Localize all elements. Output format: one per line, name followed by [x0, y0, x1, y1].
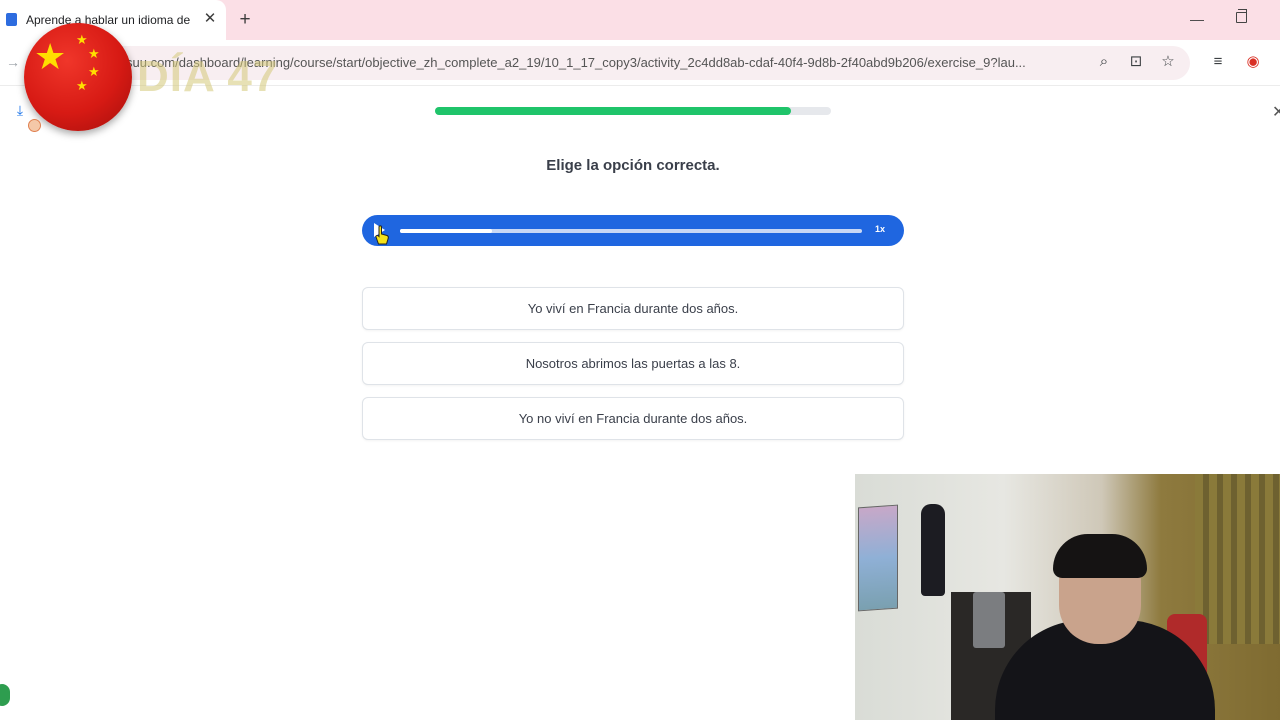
new-tab-button[interactable]: +: [236, 9, 254, 31]
zoom-icon[interactable]: ⌕: [1094, 52, 1114, 72]
audio-progress-fill: [400, 229, 493, 233]
playback-speed-button[interactable]: 1x: [872, 224, 888, 234]
small-star-icon: ★: [76, 32, 88, 47]
webcam-curtain: [1195, 474, 1280, 644]
audio-player[interactable]: 1x: [362, 215, 904, 246]
large-star-icon: ★: [34, 36, 67, 77]
exercise-instruction: Elige la opción correcta.: [546, 157, 720, 174]
install-app-icon[interactable]: ⊡: [1126, 52, 1146, 72]
active-tab[interactable]: Aprende a hablar un idioma de ✕: [0, 0, 226, 40]
day-counter: DÍA 47: [137, 52, 279, 101]
lesson-progress-fill: [435, 107, 792, 115]
bookmark-star-icon[interactable]: ☆: [1158, 52, 1178, 72]
china-flag-icon: ★ ★ ★ ★ ★: [24, 23, 132, 131]
webcam-poster: [858, 504, 898, 612]
mouse-cursor-icon: [375, 225, 389, 245]
answer-option-2[interactable]: Nosotros abrimos las puertas a las 8.: [362, 342, 904, 385]
record-indicator-icon: [28, 119, 41, 132]
tab-strip: Aprende a hablar un idioma de ✕ + —: [0, 0, 1280, 40]
answer-option-1[interactable]: Yo viví en Francia durante dos años.: [362, 287, 904, 330]
forward-arrow-icon[interactable]: →: [6, 54, 20, 70]
webcam-overlay: [855, 474, 1280, 720]
answer-option-3[interactable]: Yo no viví en Francia durante dos años.: [362, 397, 904, 440]
webcam-person-hair: [1053, 534, 1147, 578]
minimize-window-button[interactable]: —: [1190, 11, 1204, 27]
close-tab-icon[interactable]: ✕: [202, 10, 218, 28]
site-favicon-icon: [6, 13, 17, 26]
media-control-icon[interactable]: ≡: [1208, 52, 1228, 72]
audio-seek-bar[interactable]: [400, 229, 862, 233]
small-star-icon: ★: [88, 64, 100, 79]
lesson-progress-bar: [435, 107, 831, 115]
webcam-jersey-poster: [921, 504, 945, 596]
profile-icon[interactable]: ◉: [1243, 52, 1263, 72]
restore-window-button[interactable]: [1236, 9, 1247, 23]
download-icon[interactable]: ⤓: [12, 102, 28, 120]
small-star-icon: ★: [88, 46, 100, 61]
small-star-icon: ★: [76, 78, 88, 93]
tab-title: Aprende a hablar un idioma de: [26, 13, 191, 27]
corner-badge-icon: [0, 684, 10, 706]
webcam-coffee-machine: [973, 592, 1005, 648]
close-lesson-icon[interactable]: ✕: [1272, 102, 1280, 122]
